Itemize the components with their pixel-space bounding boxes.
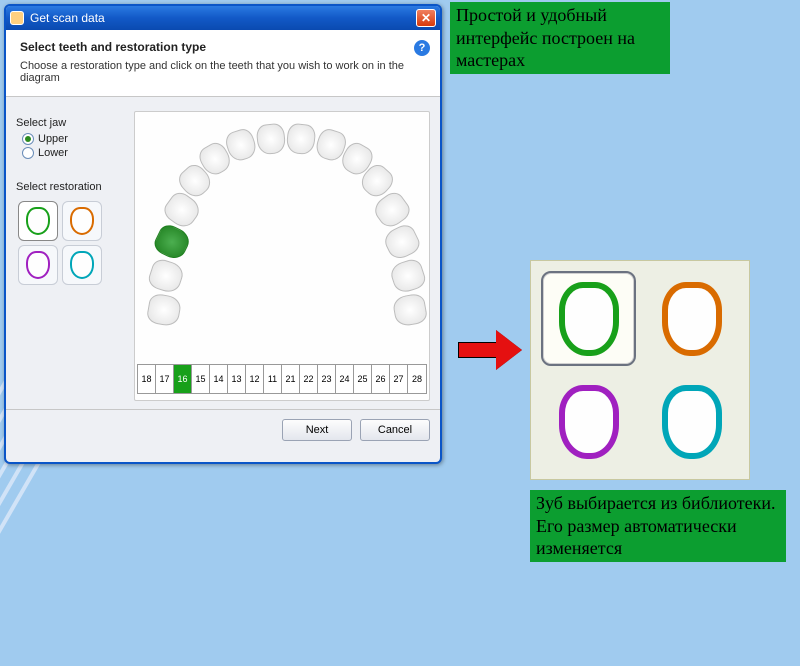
next-button[interactable]: Next — [282, 419, 352, 441]
tooth-num-15[interactable]: 15 — [192, 365, 210, 393]
window-title: Get scan data — [30, 11, 105, 25]
big-restoration-palette — [530, 260, 750, 480]
tooth-num-17[interactable]: 17 — [156, 365, 174, 393]
jaw-label: Select jaw — [16, 117, 126, 129]
tooth-num-11[interactable]: 11 — [264, 365, 282, 393]
dialog-header: Select teeth and restoration type Choose… — [6, 30, 440, 97]
tooth-icon — [70, 207, 94, 235]
big-option-cyan[interactable] — [644, 374, 739, 469]
restoration-grid — [18, 201, 126, 285]
dialog-body: Select jaw Upper Lower Select restoratio… — [6, 97, 440, 409]
scan-data-dialog: Get scan data ✕ Select teeth and restora… — [4, 4, 442, 464]
tooth-num-18[interactable]: 18 — [138, 365, 156, 393]
tooth-num-13[interactable]: 13 — [228, 365, 246, 393]
tooth-num-12[interactable]: 12 — [246, 365, 264, 393]
restoration-option-orange[interactable] — [62, 201, 102, 241]
tooth-28[interactable] — [392, 292, 429, 327]
teeth-arch: 18 17 16 15 14 13 12 11 21 22 23 24 25 2… — [134, 111, 430, 401]
radio-lower-label: Lower — [38, 147, 68, 159]
tooth-icon — [559, 385, 619, 459]
cancel-button[interactable]: Cancel — [360, 419, 430, 441]
tooth-num-24[interactable]: 24 — [336, 365, 354, 393]
tooth-num-22[interactable]: 22 — [300, 365, 318, 393]
tooth-num-23[interactable]: 23 — [318, 365, 336, 393]
restoration-label: Select restoration — [16, 181, 126, 193]
teeth-number-row: 18 17 16 15 14 13 12 11 21 22 23 24 25 2… — [137, 364, 427, 394]
tooth-26[interactable] — [381, 222, 423, 263]
tooth-18[interactable] — [146, 292, 183, 327]
tooth-num-28[interactable]: 28 — [408, 365, 426, 393]
big-option-orange[interactable] — [644, 271, 739, 366]
caption-bottom: Зуб выбирается из библиотеки. Его размер… — [530, 490, 786, 562]
tooth-num-16[interactable]: 16 — [174, 365, 192, 393]
tooth-num-25[interactable]: 25 — [354, 365, 372, 393]
dialog-heading: Select teeth and restoration type — [20, 40, 426, 54]
tooth-icon — [26, 207, 50, 235]
tooth-num-27[interactable]: 27 — [390, 365, 408, 393]
restoration-option-cyan[interactable] — [62, 245, 102, 285]
big-option-purple[interactable] — [541, 374, 636, 469]
radio-upper-label: Upper — [38, 133, 68, 145]
radio-upper[interactable]: Upper — [22, 133, 126, 145]
tooth-num-14[interactable]: 14 — [210, 365, 228, 393]
restoration-option-green[interactable] — [18, 201, 58, 241]
tooth-icon — [70, 251, 94, 279]
caption-top: Простой и удобный интерфейс построен на … — [450, 2, 670, 74]
options-column: Select jaw Upper Lower Select restoratio… — [16, 111, 126, 401]
radio-lower-input[interactable] — [22, 147, 34, 159]
close-button[interactable]: ✕ — [416, 9, 436, 27]
dialog-button-bar: Next Cancel — [6, 409, 440, 449]
tooth-num-21[interactable]: 21 — [282, 365, 300, 393]
tooth-27[interactable] — [388, 257, 428, 295]
app-icon — [10, 11, 24, 25]
tooth-icon — [559, 282, 619, 356]
tooth-17[interactable] — [146, 257, 186, 295]
radio-lower[interactable]: Lower — [22, 147, 126, 159]
dialog-subheading: Choose a restoration type and click on t… — [20, 60, 426, 84]
radio-upper-input[interactable] — [22, 133, 34, 145]
tooth-icon — [662, 282, 722, 356]
big-option-green[interactable] — [541, 271, 636, 366]
tooth-num-26[interactable]: 26 — [372, 365, 390, 393]
titlebar[interactable]: Get scan data ✕ — [6, 6, 440, 30]
tooth-icon — [662, 385, 722, 459]
restoration-option-purple[interactable] — [18, 245, 58, 285]
tooth-21[interactable] — [286, 123, 317, 156]
tooth-11[interactable] — [256, 123, 287, 156]
help-icon[interactable]: ? — [414, 40, 430, 56]
arrow-icon — [458, 330, 528, 370]
tooth-icon — [26, 251, 50, 279]
tooth-16[interactable] — [151, 222, 193, 263]
